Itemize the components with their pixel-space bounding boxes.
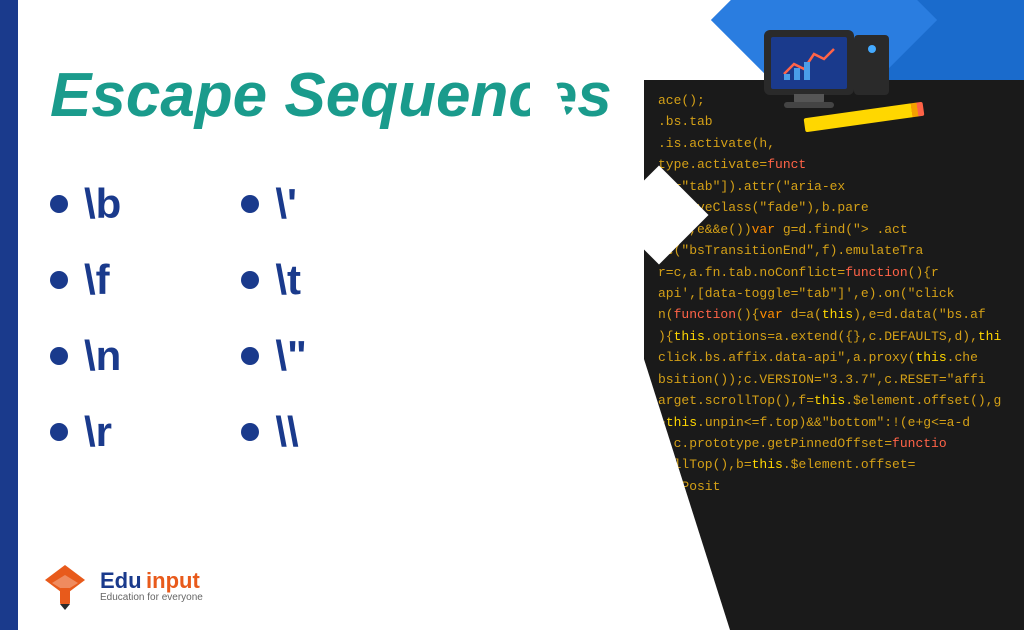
bullet-dot (241, 271, 259, 289)
bullet-dot (241, 423, 259, 441)
list-item: \r (50, 408, 121, 456)
logo-input-text: input (146, 568, 200, 593)
bullets-container: \b \f \n \r \' \t (50, 180, 307, 456)
list-item: \' (241, 180, 307, 228)
logo-edu-text: Edu (100, 568, 142, 593)
bullet-dot (50, 271, 68, 289)
right-bullet-column: \' \t \" \\ (241, 180, 307, 456)
bullet-dot (241, 347, 259, 365)
diagonal-mask (530, 0, 730, 630)
page-title: Escape Sequences (50, 60, 612, 131)
logo-icon (40, 560, 90, 610)
chart-icon (779, 44, 839, 82)
escape-backslash: \\ (275, 408, 298, 456)
list-item: \n (50, 332, 121, 380)
left-bullet-column: \b \f \n \r (50, 180, 121, 456)
tower-icon (854, 35, 889, 95)
list-item: \b (50, 180, 121, 228)
escape-return: \r (84, 408, 112, 456)
bullet-dot (50, 195, 68, 213)
bullet-dot (241, 195, 259, 213)
escape-tab: \t (275, 256, 301, 304)
bullet-dot (50, 423, 68, 441)
monitor-screen (771, 37, 847, 89)
bullet-dot (50, 347, 68, 365)
logo-area: Edu input Education for everyone (40, 560, 203, 610)
escape-newline: \n (84, 332, 121, 380)
list-item: \" (241, 332, 307, 380)
monitor-base (784, 102, 834, 108)
logo-text-area: Edu input Education for everyone (100, 568, 203, 603)
escape-singlequote: \' (275, 180, 297, 228)
list-item: \t (241, 256, 307, 304)
main-container: Escape Sequences \b \f \n \r (0, 0, 1024, 630)
escape-formfeed: \f (84, 256, 110, 304)
left-bar (0, 0, 18, 630)
escape-doublequote: \" (275, 332, 307, 380)
logo-tagline: Education for everyone (100, 592, 203, 603)
list-item: \f (50, 256, 121, 304)
monitor-icon (764, 30, 854, 95)
tower-light (868, 45, 876, 53)
escape-backspace: \b (84, 180, 121, 228)
list-item: \\ (241, 408, 307, 456)
